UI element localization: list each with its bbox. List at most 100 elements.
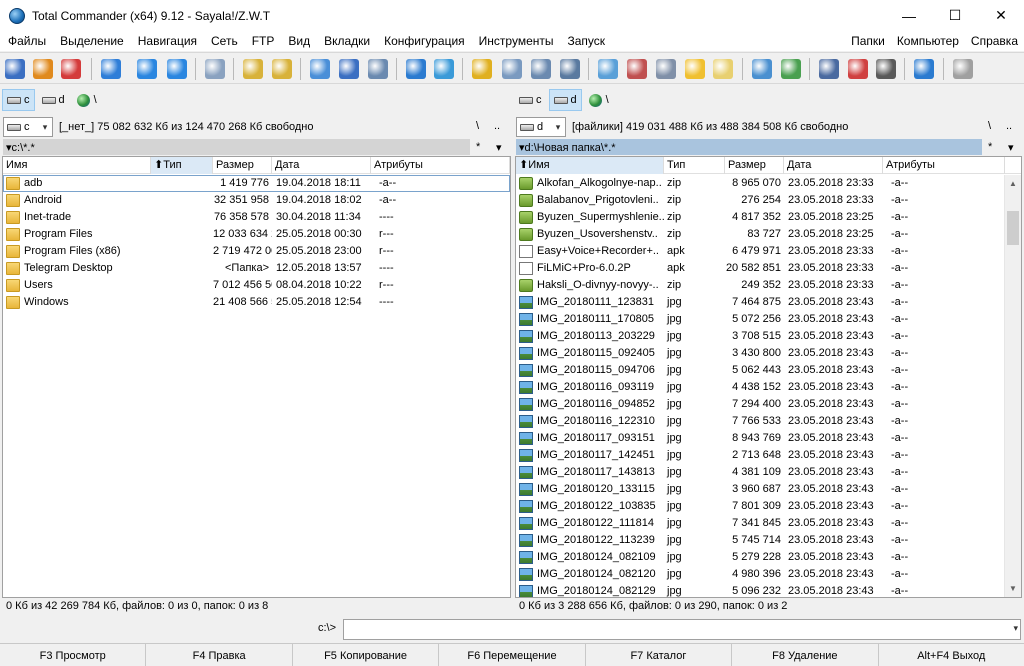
left-col-header-1[interactable]: ⬆Тип (151, 157, 213, 174)
toolbar-button-9[interactable] (308, 57, 332, 81)
menu-item-0[interactable]: Файлы (0, 34, 53, 48)
table-row[interactable]: IMG_20180111_123831 jpg 7 464 875 23.05.201… (516, 294, 1021, 311)
menu-right-item-2[interactable]: Справка (965, 34, 1024, 48)
right-path-bar[interactable]: ▾d:\Новая папка\*.* (516, 139, 982, 155)
table-row[interactable]: IMG_20180122_111814 jpg 7 341 845 23.05.201… (516, 515, 1021, 532)
menu-item-5[interactable]: Вид (281, 34, 317, 48)
toolbar-button-19[interactable] (625, 57, 649, 81)
right-col-header-3[interactable]: Дата (784, 157, 883, 174)
fkey-button-3[interactable]: F6 Перемещение (439, 644, 586, 666)
menu-item-4[interactable]: FTP (245, 34, 282, 48)
toolbar-button-20[interactable] (654, 57, 678, 81)
menu-item-9[interactable]: Запуск (561, 34, 613, 48)
table-row[interactable]: Users 7 012 456 509 08.04.2018 10:22 r--- (3, 277, 510, 294)
table-row[interactable]: IMG_20180122_103835 jpg 7 801 309 23.05.201… (516, 498, 1021, 515)
toolbar-button-3[interactable] (99, 57, 123, 81)
right-history-button[interactable]: ▾ (1008, 141, 1014, 154)
menu-item-1[interactable]: Выделение (53, 34, 131, 48)
table-row[interactable]: Alkofan_Alkogolnye-nap.. zip 8 965 070 23.0… (516, 175, 1021, 192)
toolbar-button-21[interactable] (683, 57, 707, 81)
right-file-panel[interactable]: ⬆Имя Тип Размер Дата Атрибуты Alkofan_Alkogo… (515, 156, 1022, 598)
table-row[interactable]: Byuzen_Supermyshlenie.. zip 4 817 352 23.05… (516, 209, 1021, 226)
toolbar-button-12[interactable] (404, 57, 428, 81)
table-row[interactable]: IMG_20180120_133115 jpg 3 960 687 23.05.201… (516, 481, 1021, 498)
table-row[interactable]: IMG_20180117_093151 jpg 8 943 769 23.05.201… (516, 430, 1021, 447)
toolbar-button-5[interactable] (165, 57, 189, 81)
left-network-button[interactable]: \ (72, 89, 102, 111)
right-scrollbar[interactable]: ▲ ▼ (1004, 175, 1021, 597)
menu-item-8[interactable]: Инструменты (472, 34, 561, 48)
fkey-button-0[interactable]: F3 Просмотр (0, 644, 147, 666)
fkey-button-2[interactable]: F5 Копирование (292, 644, 440, 666)
left-root-button[interactable]: \ (476, 120, 494, 132)
left-path-bar[interactable]: ▾c:\*.* (3, 139, 470, 155)
toolbar-button-0[interactable] (3, 57, 27, 81)
toolbar-button-6[interactable] (203, 57, 227, 81)
table-row[interactable]: FiLMiC+Pro-6.0.2P apk 20 582 851 23.05.2018… (516, 260, 1021, 277)
menu-item-6[interactable]: Вкладки (317, 34, 377, 48)
table-row[interactable]: IMG_20180124_082120 jpg 4 980 396 23.05.201… (516, 566, 1021, 583)
toolbar-button-10[interactable] (337, 57, 361, 81)
table-row[interactable]: Program Files (x86) 2 719 472 009 25.05.20… (3, 243, 510, 260)
table-row[interactable]: Balabanov_Prigotovleni.. zip 276 254 23.05.… (516, 192, 1021, 209)
table-row[interactable]: IMG_20180116_093119 jpg 4 438 152 23.05.201… (516, 379, 1021, 396)
toolbar-button-29[interactable] (951, 57, 975, 81)
table-row[interactable]: IMG_20180124_082109 jpg 5 279 228 23.05.201… (516, 549, 1021, 566)
toolbar-button-18[interactable] (596, 57, 620, 81)
menu-item-3[interactable]: Сеть (204, 34, 245, 48)
scroll-up-icon[interactable]: ▲ (1005, 175, 1021, 192)
toolbar-button-26[interactable] (846, 57, 870, 81)
right-star-button[interactable]: * (988, 141, 1008, 153)
table-row[interactable]: IMG_20180111_170805 jpg 5 072 256 23.05.201… (516, 311, 1021, 328)
table-row[interactable]: Byuzen_Usovershenstv.. zip 83 727 23.05.201… (516, 226, 1021, 243)
left-history-button[interactable]: ▾ (496, 141, 502, 154)
right-col-header-2[interactable]: Размер (725, 157, 784, 174)
maximize-button[interactable]: ☐ (932, 0, 978, 31)
table-row[interactable]: Easy+Voice+Recorder+.. apk 6 479 971 23.05.… (516, 243, 1021, 260)
left-up-button[interactable]: .. (494, 120, 508, 132)
menu-item-7[interactable]: Конфигурация (377, 34, 472, 48)
left-drive-button-d[interactable]: d (37, 89, 70, 111)
fkey-button-4[interactable]: F7 Каталог (585, 644, 733, 666)
right-drive-combo[interactable]: d ▾ (516, 117, 566, 137)
menu-right-item-1[interactable]: Компьютер (891, 34, 965, 48)
toolbar-button-16[interactable] (529, 57, 553, 81)
scrollbar-thumb[interactable] (1007, 210, 1019, 245)
left-col-header-2[interactable]: Размер (213, 157, 272, 174)
left-col-header-4[interactable]: Атрибуты (371, 157, 510, 174)
right-network-button[interactable]: \ (584, 89, 614, 111)
toolbar-button-8[interactable] (270, 57, 294, 81)
table-row[interactable]: IMG_20180117_142451 jpg 2 713 648 23.05.201… (516, 447, 1021, 464)
table-row[interactable]: IMG_20180122_113239 jpg 5 745 714 23.05.201… (516, 532, 1021, 549)
left-file-panel[interactable]: Имя ⬆Тип Размер Дата Атрибуты adb 1 419 776 19… (2, 156, 511, 598)
right-drive-button-d[interactable]: d (548, 89, 582, 111)
table-row[interactable]: Program Files 12 033 634 268 25.05.2018 00… (3, 226, 510, 243)
table-row[interactable]: Android 32 351 958 19.04.2018 18:02 -a-- (3, 192, 510, 209)
table-row[interactable]: Inet-trade 76 358 578 30.04.2018 11:34 ---- (3, 209, 510, 226)
toolbar-button-11[interactable] (366, 57, 390, 81)
table-row[interactable]: IMG_20180124_082129 jpg 5 096 232 23.05.201… (516, 583, 1021, 597)
minimize-button[interactable]: — (886, 0, 932, 31)
toolbar-button-14[interactable] (470, 57, 494, 81)
right-col-header-4[interactable]: Атрибуты (883, 157, 1005, 174)
fkey-button-6[interactable]: Alt+F4 Выход (878, 644, 1024, 666)
table-row[interactable]: IMG_20180116_122310 jpg 7 766 533 23.05.201… (516, 413, 1021, 430)
toolbar-button-25[interactable] (817, 57, 841, 81)
toolbar-button-27[interactable] (874, 57, 898, 81)
toolbar-button-28[interactable] (912, 57, 936, 81)
left-star-button[interactable]: * (476, 141, 496, 153)
left-drive-button-c[interactable]: c (2, 89, 35, 111)
left-col-header-3[interactable]: Дата (272, 157, 371, 174)
table-row[interactable]: IMG_20180115_092405 jpg 3 430 800 23.05.201… (516, 345, 1021, 362)
left-col-header-0[interactable]: Имя (3, 157, 151, 174)
table-row[interactable]: IMG_20180113_203229 jpg 3 708 515 23.05.201… (516, 328, 1021, 345)
toolbar-button-2[interactable] (59, 57, 83, 81)
toolbar-button-24[interactable] (779, 57, 803, 81)
menu-item-2[interactable]: Навигация (131, 34, 204, 48)
left-drive-combo[interactable]: c ▾ (3, 117, 53, 137)
right-root-button[interactable]: \ (988, 120, 1006, 132)
fkey-button-5[interactable]: F8 Удаление (732, 644, 879, 666)
table-row[interactable]: IMG_20180115_094706 jpg 5 062 443 23.05.201… (516, 362, 1021, 379)
toolbar-button-22[interactable] (711, 57, 735, 81)
table-row[interactable]: Haksli_O-divnyy-novyy-.. zip 249 352 23.05.… (516, 277, 1021, 294)
